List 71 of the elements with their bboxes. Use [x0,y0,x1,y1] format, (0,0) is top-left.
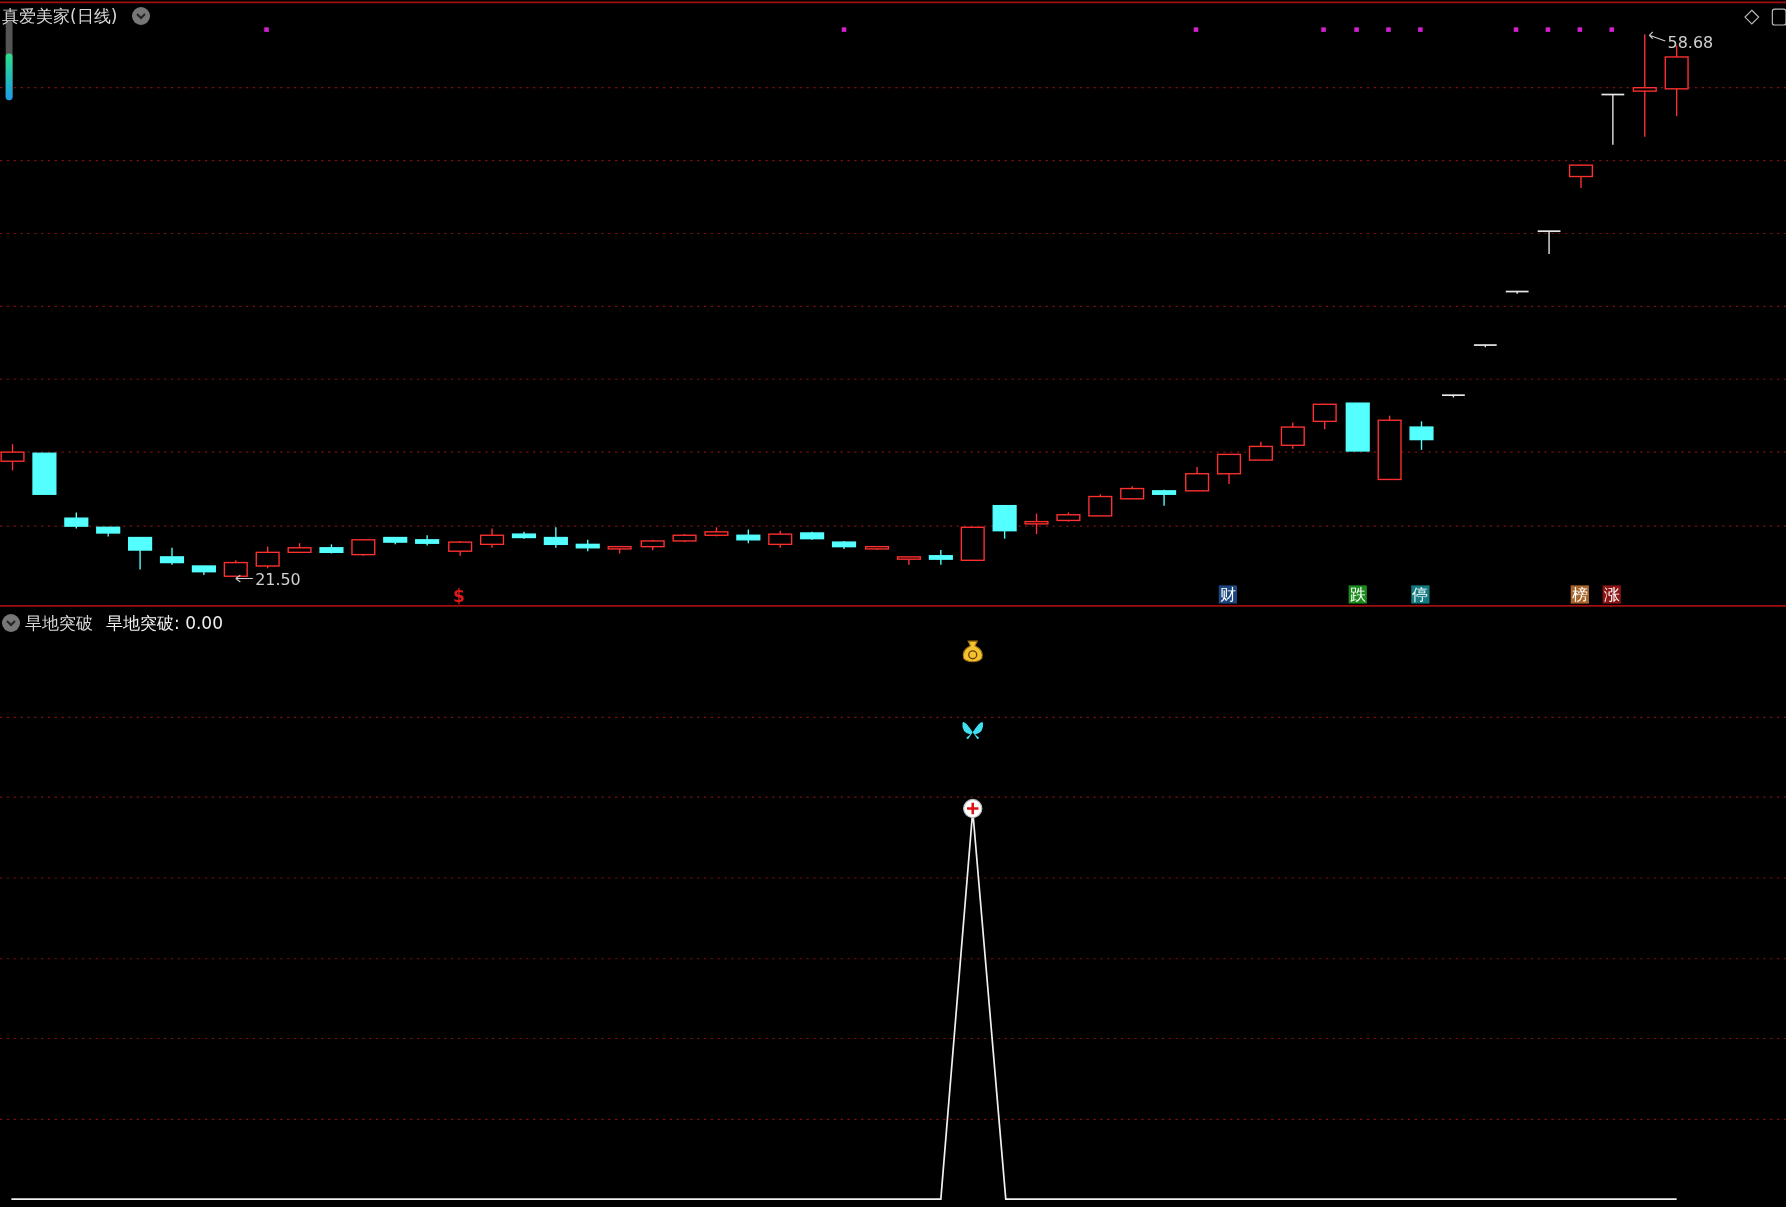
candlestick [1312,403,1337,431]
candlestick [1377,415,1402,481]
arrow-icon [235,574,254,583]
candlestick [672,533,697,543]
chevron-down-icon[interactable] [2,614,20,632]
plus-circle-icon [963,798,983,819]
low-price-label: 21.50 [255,570,301,590]
candlestick [1345,402,1370,452]
candlestick [1056,511,1081,523]
event-mark: $ [453,586,465,607]
event-tag: 涨 [1602,585,1621,605]
candlestick [831,540,857,550]
candlestick [1568,164,1594,189]
candlestick [704,526,729,538]
panel-icon [1771,8,1786,26]
candlestick [1152,489,1177,507]
candlestick [511,531,537,540]
candlestick [640,539,665,551]
candlestick [736,528,761,544]
candlestick [448,540,473,557]
candlestick [928,549,953,566]
candlestick [800,531,825,541]
butterfly-icon [962,722,984,740]
candlestick [415,534,440,547]
candlestick [1216,453,1242,485]
candlestick [255,545,280,569]
candlestick [960,526,985,561]
candlestick [0,443,25,472]
candlestick [864,545,890,551]
chevron-down-icon[interactable] [132,7,150,25]
candlestick [1504,290,1530,295]
candlestick [1280,421,1305,450]
candlestick [1120,485,1145,500]
candlestick [32,452,57,495]
event-tag: 榜 [1570,585,1589,605]
candlestick [768,530,793,549]
candlestick [319,543,344,555]
candlestick [1536,230,1562,255]
high-price-label: 58.68 [1667,32,1714,52]
candlestick [543,526,568,549]
candlestick [223,559,248,577]
candlestick [351,539,376,557]
candlestick [992,504,1017,540]
diamond-icon [1744,9,1760,25]
candlestick [159,547,185,566]
candlestick [480,527,505,549]
event-tag: 跌 [1348,585,1367,605]
candlestick [1441,394,1466,399]
indicator-name: 旱地突破 [25,612,93,635]
candlestick [383,536,408,546]
candlestick [1185,466,1210,492]
event-tag: 停 [1411,585,1430,605]
candlestick [896,556,922,566]
arrow-icon [1648,31,1666,42]
candlestick [1248,441,1273,461]
candlestick [1088,493,1113,517]
candlestick [1409,420,1434,451]
candlestick [1600,93,1626,146]
candlestick [287,542,312,554]
candlestick [96,526,121,538]
candlestick [1473,344,1498,349]
candlestick [575,539,600,552]
candlestick [1024,512,1049,535]
chart-title: 真爱美家(日线) [2,5,118,28]
candlestick [128,536,153,571]
candlestick [191,565,216,576]
candlestick [607,545,632,555]
candlestick [64,511,89,530]
event-tag: 财 [1218,585,1237,605]
indicator-value: 旱地突破: 0.00 [106,612,223,635]
money-bag-icon [962,640,983,663]
